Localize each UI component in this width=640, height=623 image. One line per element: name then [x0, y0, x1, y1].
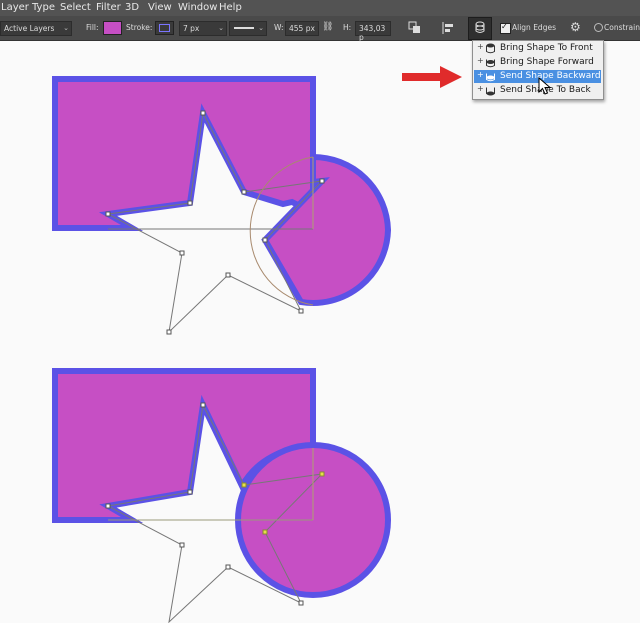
menu-item-label: Bring Shape To Front	[500, 43, 593, 53]
plus-icon: +	[477, 70, 484, 79]
plus-icon: +	[477, 56, 484, 65]
align-edges-checkbox[interactable]: ✓	[500, 22, 511, 34]
layers-dropdown-value: Active Layers	[4, 24, 55, 33]
plus-icon: +	[477, 42, 484, 51]
menu-select[interactable]: Select	[60, 2, 91, 13]
path-alignment-icon[interactable]	[441, 21, 455, 35]
stroke-color-swatch[interactable]	[155, 21, 174, 35]
gear-icon[interactable]: ⚙	[570, 20, 581, 34]
send-backward-icon	[486, 73, 495, 82]
canvas[interactable]	[0, 40, 640, 623]
menu-layer[interactable]: Layer	[1, 2, 29, 13]
fill-label: Fill:	[86, 23, 99, 32]
width-field[interactable]: 455 px	[285, 21, 319, 36]
menu-item-label: Bring Shape Forward	[500, 57, 594, 67]
fill-color-swatch[interactable]	[103, 21, 122, 35]
callout-arrow	[402, 66, 462, 88]
menu-item-bring-to-front[interactable]: + Bring Shape To Front	[474, 42, 601, 55]
mouse-cursor-icon	[538, 77, 552, 95]
bottom-composition	[52, 368, 391, 623]
width-label: W:	[274, 23, 284, 32]
path-operations-icon[interactable]	[408, 21, 422, 35]
menu-filter[interactable]: Filter	[96, 2, 121, 13]
menu-3d[interactable]: 3D	[125, 2, 139, 13]
stroke-label: Stroke:	[126, 23, 153, 32]
menu-type[interactable]: Type	[32, 2, 55, 13]
send-to-back-icon	[486, 87, 495, 96]
constrain-radio[interactable]	[594, 23, 603, 32]
layers-dropdown[interactable]: Active Layers ⌄	[0, 21, 72, 36]
chevron-down-icon: ⌄	[63, 24, 69, 32]
width-value: 455 px	[289, 24, 315, 33]
menu-bar: Layer Type Select Filter 3D View Window …	[0, 0, 640, 16]
stack-icon	[475, 21, 485, 33]
align-edges-label: Align Edges	[512, 23, 556, 32]
bring-forward-icon	[486, 59, 495, 68]
menu-view[interactable]: View	[148, 2, 172, 13]
plus-icon: +	[477, 84, 484, 93]
link-icon[interactable]: ⛓	[322, 22, 333, 32]
chevron-down-icon: ⌄	[218, 24, 224, 32]
stroke-size-field[interactable]: 7 px ⌄	[179, 21, 227, 36]
rectangle-shape-top[interactable]	[52, 76, 316, 231]
options-bar: Active Layers ⌄ Fill: Stroke: 7 px ⌄ ⌄ W…	[0, 16, 640, 42]
menu-item-bring-forward[interactable]: + Bring Shape Forward	[474, 56, 601, 69]
constrain-label: Constrain P	[604, 23, 640, 32]
top-composition	[52, 76, 392, 335]
path-arrangement-button[interactable]	[468, 17, 492, 40]
checkmark-icon: ✓	[501, 22, 508, 31]
height-field[interactable]: 343,03 p	[355, 21, 391, 42]
menu-help[interactable]: Help	[219, 2, 242, 13]
bring-to-front-icon	[486, 43, 495, 54]
height-label: H:	[343, 23, 352, 32]
chevron-down-icon: ⌄	[258, 24, 264, 32]
menu-window[interactable]: Window	[178, 2, 217, 13]
stroke-size-value: 7 px	[183, 24, 200, 33]
stroke-type-dropdown[interactable]: ⌄	[229, 21, 267, 36]
